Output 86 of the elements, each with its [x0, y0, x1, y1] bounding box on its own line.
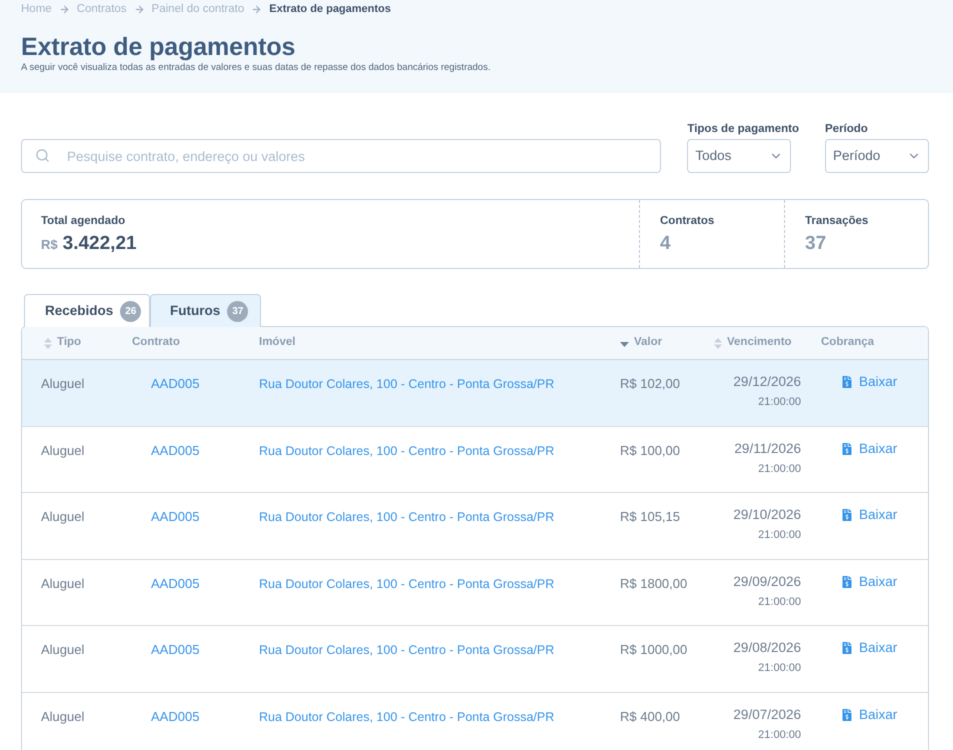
due-date: 29/07/2026 — [733, 706, 801, 724]
download-link[interactable]: Baixar — [841, 704, 898, 724]
payment-type: Aluguel — [41, 376, 84, 391]
property-link[interactable]: Rua Doutor Colares, 100 - Centro - Ponta Grossa/PR — [259, 643, 554, 657]
download-link[interactable]: Baixar — [841, 505, 898, 525]
due-time: 21:00:00 — [758, 462, 801, 476]
invoice-icon — [841, 509, 853, 521]
dropdown-select[interactable]: Período — [825, 139, 929, 173]
tab[interactable]: Recebidos 26 — [24, 294, 150, 327]
payment-type: Aluguel — [41, 642, 84, 657]
search-field[interactable]: Pesquise contrato, endereço ou valores — [21, 139, 662, 173]
payment-type: Aluguel — [41, 708, 84, 724]
contract-link[interactable]: AAD005 — [151, 376, 200, 391]
due-time: 21:00:00 — [758, 395, 801, 410]
table-row[interactable]: Aluguel AAD005 Rua Doutor Colares, 100 - Centro - Ponta Grossa/PR R$ 1800,00 29/09/2026 21:00:00 Baixar — [22, 560, 928, 626]
download-link[interactable]: Baixar — [841, 572, 898, 592]
count-badge: 26 — [120, 300, 142, 322]
page-title: Extrato de pagamentos — [21, 33, 296, 61]
summary-count: 37 — [805, 232, 828, 256]
breadcrumb-link[interactable]: Contratos — [76, 0, 127, 18]
contract-link[interactable]: AAD005 — [151, 576, 200, 590]
breadcrumb-link[interactable]: Painel do contrato — [152, 0, 244, 18]
property-link[interactable]: Rua Doutor Colares, 100 - Centro - Ponta Grossa/PR — [259, 710, 554, 724]
column-header[interactable]: Vencimento — [727, 334, 792, 352]
table-row[interactable]: Aluguel AAD005 Rua Doutor Colares, 100 - Centro - Ponta Grossa/PR R$ 100,00 29/11/2026 21:00:00 Baixar — [22, 426, 928, 493]
download-link[interactable]: Baixar — [841, 438, 898, 458]
payment-type: Aluguel — [41, 442, 84, 458]
arrow-right-icon — [58, 4, 70, 15]
due-date: 29/10/2026 — [733, 506, 801, 524]
due-time: 21:00:00 — [758, 661, 801, 676]
invoice-icon — [841, 442, 853, 454]
breadcrumb-current: Extrato de pagamentos — [269, 2, 391, 18]
breadcrumb-link[interactable]: Home — [21, 0, 52, 18]
table-row[interactable]: Aluguel AAD005 Rua Doutor Colares, 100 - Centro - Ponta Grossa/PR R$ 102,00 29/12/2026 21:00:00 Baixar — [22, 360, 928, 426]
property-link[interactable]: Rua Doutor Colares, 100 - Centro - Ponta Grossa/PR — [259, 510, 554, 524]
due-time: 21:00:00 — [758, 594, 801, 610]
payment-type: Aluguel — [41, 509, 84, 524]
count-badge: 37 — [227, 300, 248, 322]
download-link[interactable]: Baixar — [841, 372, 898, 392]
sort-icon[interactable] — [714, 338, 722, 348]
sort-icon[interactable] — [44, 338, 52, 348]
tab[interactable]: Futuros 37 — [150, 294, 261, 327]
summary-total-value: 3.422,21 — [62, 232, 137, 256]
amount-value: R$ 1000,00 — [620, 642, 688, 657]
invoice-icon — [841, 576, 853, 588]
amount-value: R$ 400,00 — [620, 708, 680, 724]
arrow-right-icon — [134, 4, 145, 15]
column-header[interactable]: Tipo — [57, 334, 82, 352]
contract-link[interactable]: AAD005 — [151, 708, 200, 724]
dropdown-select[interactable]: Todos — [687, 139, 792, 173]
download-link[interactable]: Baixar — [841, 638, 898, 658]
search-icon — [35, 148, 50, 163]
summary-label: Transações — [805, 214, 870, 228]
due-date: 29/12/2026 — [733, 373, 801, 391]
due-date: 29/11/2026 — [734, 440, 801, 458]
invoice-icon — [841, 376, 853, 388]
currency-symbol: R$ — [41, 236, 58, 254]
due-time: 21:00:00 — [758, 528, 801, 543]
contract-link[interactable]: AAD005 — [151, 642, 200, 657]
due-date: 29/09/2026 — [733, 572, 801, 590]
column-header[interactable]: Valor — [634, 334, 662, 352]
amount-value: R$ 1800,00 — [620, 576, 688, 590]
summary-count: 4 — [660, 232, 672, 256]
column-header: Cobrança — [821, 335, 874, 350]
amount-value: R$ 105,15 — [620, 509, 680, 524]
contract-link[interactable]: AAD005 — [151, 442, 200, 458]
due-time: 21:00:00 — [758, 728, 801, 742]
payment-type: Aluguel — [41, 576, 84, 590]
property-link[interactable]: Rua Doutor Colares, 100 - Centro - Ponta Grossa/PR — [259, 377, 554, 391]
due-date: 29/08/2026 — [733, 639, 801, 657]
contract-link[interactable]: AAD005 — [151, 509, 200, 524]
filter-label: Período — [825, 122, 869, 137]
column-header: Contrato — [132, 335, 180, 350]
property-link[interactable]: Rua Doutor Colares, 100 - Centro - Ponta Grossa/PR — [259, 576, 554, 590]
invoice-icon — [841, 708, 853, 720]
property-link[interactable]: Rua Doutor Colares, 100 - Centro - Ponta Grossa/PR — [259, 444, 554, 458]
summary-label: Contratos — [660, 214, 716, 228]
arrow-right-icon — [251, 4, 262, 15]
page-subtitle: A seguir você visualiza todas as entradas de valores e suas datas de repasse dos dados bancários registrados. — [21, 62, 492, 74]
invoice-icon — [841, 642, 853, 654]
filter-label: Tipos de pagamento — [687, 122, 799, 137]
column-header: Imóvel — [259, 335, 296, 350]
amount-value: R$ 102,00 — [620, 376, 680, 391]
sort-descending-icon[interactable] — [620, 342, 629, 347]
summary-label: Total agendado — [41, 214, 126, 228]
amount-value: R$ 100,00 — [620, 442, 680, 458]
